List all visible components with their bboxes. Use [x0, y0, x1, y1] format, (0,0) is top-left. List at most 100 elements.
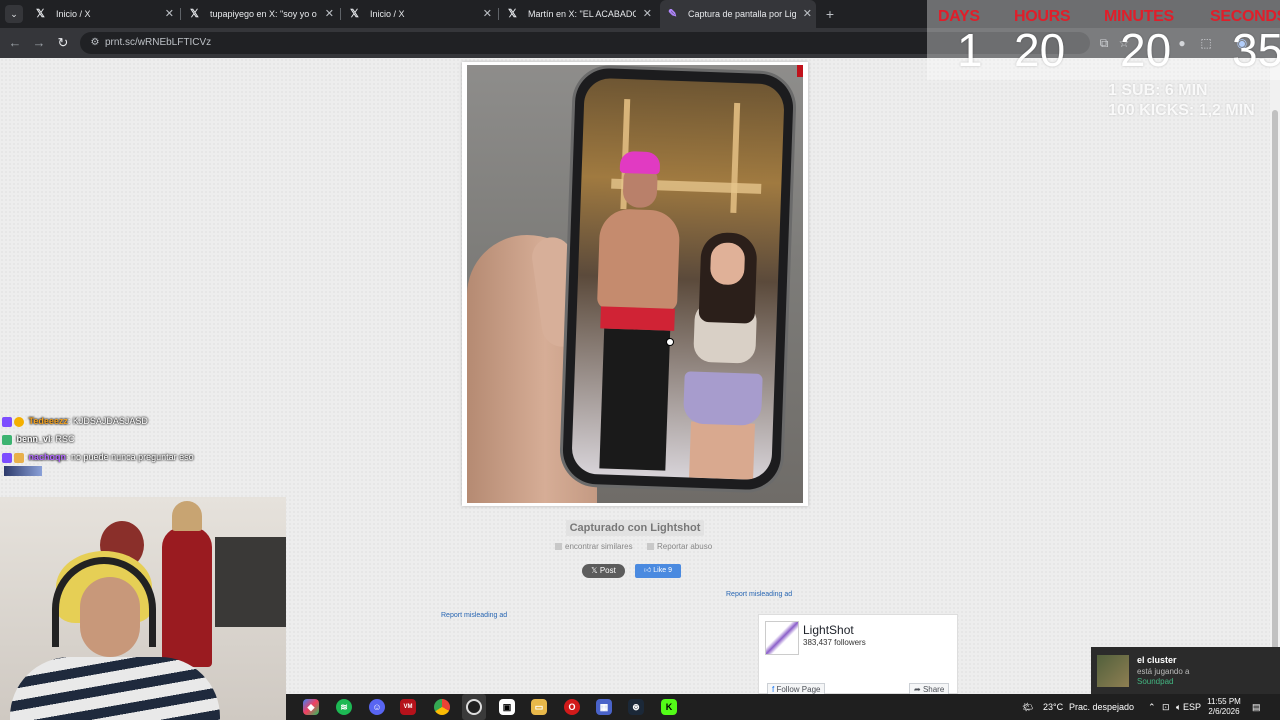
- notif-username: el cluster: [1137, 655, 1177, 665]
- man-legs: [599, 328, 671, 471]
- chat-text: no puede nunca preguntar eso: [71, 452, 194, 462]
- tab-title: Martín en X: "EL ACABADO VE: [528, 9, 636, 19]
- timer-minutes: 20: [1120, 24, 1172, 76]
- kicks-rule: 100 KICKS: 1,2 MIN: [1108, 102, 1255, 119]
- notif-app: Soundpad: [1137, 677, 1174, 686]
- tab-separator: [340, 8, 341, 20]
- x-logo-icon: 𝕏: [36, 8, 45, 20]
- x-logo-icon: 𝕏: [508, 8, 517, 20]
- fb-page-name[interactable]: LightShot: [803, 623, 854, 637]
- file-explorer-icon[interactable]: ▭: [531, 699, 547, 715]
- tab-tupapiyego[interactable]: 𝕏 tupapiyego en X: "soy yo o teñí ✕: [182, 0, 338, 28]
- lightshot-logo[interactable]: [765, 621, 799, 655]
- thumbs-up-icon: 👍︎: [644, 567, 654, 574]
- volume-icon[interactable]: 🔈︎: [1176, 694, 1181, 720]
- voicemeeter-icon[interactable]: VM: [400, 699, 416, 715]
- striped-shirt: [10, 657, 220, 720]
- obs-icon[interactable]: [466, 699, 482, 715]
- share-label: Share: [922, 685, 945, 694]
- tab-separator: [180, 8, 181, 20]
- fb-followers: 383,437 followers: [803, 638, 866, 647]
- opera-icon[interactable]: O: [564, 699, 580, 715]
- address-url[interactable]: prnt.sc/wRNEbLFTICVz: [105, 32, 211, 54]
- forward-icon[interactable]: →: [30, 34, 48, 52]
- sub-badge-icon: [2, 434, 12, 445]
- find-similar-label: encontrar similares: [565, 542, 633, 551]
- chat-username: benn_vl: [16, 434, 51, 444]
- page-scrollbar[interactable]: [1270, 58, 1280, 694]
- sub-rule: 1 SUB: 6 MIN: [1108, 82, 1208, 99]
- discord-activity-notification[interactable]: el cluster está jugando a Soundpad: [1091, 647, 1280, 694]
- webcam-feed: [0, 497, 286, 720]
- tab-search-chevron-icon[interactable]: ⌄: [5, 5, 23, 23]
- screenshot-image[interactable]: [467, 65, 803, 503]
- discord-icon[interactable]: ☺: [369, 699, 385, 715]
- mouse-cursor-icon: [667, 339, 673, 345]
- tray-chevron-icon[interactable]: ⌃: [1148, 694, 1156, 720]
- app-launcher-icon[interactable]: ▦: [596, 699, 612, 715]
- app-icon[interactable]: ▣: [499, 699, 515, 715]
- emoji-badge-icon: [14, 416, 24, 427]
- weather-desc[interactable]: Prac. despejado: [1069, 694, 1134, 720]
- spotify-icon[interactable]: ≋: [336, 699, 352, 715]
- tab-inicio-x-1[interactable]: 𝕏 Inicio / X ✕: [28, 0, 178, 28]
- reload-icon[interactable]: ↻: [54, 34, 72, 52]
- scrollbar-thumb[interactable]: [1272, 110, 1278, 670]
- report-abuse-link[interactable]: Reportar abuso: [647, 542, 712, 552]
- red-corner-mark: [797, 65, 803, 77]
- chat-text: KJDSAJDASJASD: [72, 416, 148, 426]
- timer-days: 1: [957, 24, 983, 76]
- facebook-like-button[interactable]: 👍︎ Like 9: [635, 564, 681, 578]
- x-logo-icon: 𝕏: [190, 8, 199, 20]
- phone-screen: [571, 77, 785, 481]
- copilot-icon[interactable]: ◆: [303, 699, 319, 715]
- close-tab-icon[interactable]: ✕: [165, 0, 174, 28]
- network-icon[interactable]: ⊡: [1162, 694, 1170, 720]
- notification-center-icon[interactable]: ▤: [1252, 694, 1261, 720]
- sub-badge-icon: [2, 416, 12, 427]
- tab-martin[interactable]: 𝕏 Martín en X: "EL ACABADO VE ✕: [500, 0, 656, 28]
- woman-legs: [689, 421, 755, 480]
- close-tab-icon[interactable]: ✕: [803, 0, 812, 28]
- pillar: [730, 102, 741, 213]
- chat-message: benn_vl: RSC: [2, 432, 262, 450]
- flag-icon: [647, 543, 654, 551]
- chrome-icon[interactable]: [434, 699, 450, 715]
- close-tab-icon[interactable]: ✕: [643, 0, 652, 28]
- woman-skirt: [682, 371, 763, 426]
- man-pink-cap: [619, 150, 661, 175]
- report-ad-link-right[interactable]: Report misleading ad: [726, 591, 792, 598]
- kick-icon[interactable]: K: [661, 699, 677, 715]
- clock-time: 11:55 PM: [1207, 697, 1241, 706]
- screenshot-frame: [462, 62, 808, 506]
- weather-icon[interactable]: 🌤︎: [1022, 694, 1033, 720]
- back-icon[interactable]: ←: [6, 34, 24, 52]
- tab-inicio-x-2[interactable]: 𝕏 Inicio / X ✕: [342, 0, 496, 28]
- fb-like-label: Like 9: [653, 567, 672, 574]
- report-abuse-label: Reportar abuso: [657, 542, 713, 551]
- lightshot-caption: Capturado con Lightshot: [566, 520, 704, 536]
- chat-image-thumbnail: [4, 466, 42, 476]
- man-torso: [596, 208, 681, 311]
- new-tab-icon[interactable]: +: [822, 0, 838, 28]
- site-info-icon[interactable]: ⚙: [88, 36, 102, 50]
- clock-date: 2/6/2026: [1208, 707, 1240, 716]
- language-indicator[interactable]: ESP: [1183, 694, 1201, 720]
- close-tab-icon[interactable]: ✕: [483, 0, 492, 28]
- tab-lightshot-active[interactable]: ✎ Captura de pantalla por Lightsh ✕: [660, 0, 816, 28]
- x-post-button[interactable]: 𝕏 Post: [582, 564, 625, 578]
- close-tab-icon[interactable]: ✕: [325, 0, 334, 28]
- background-shelf: [215, 537, 286, 627]
- steam-icon[interactable]: ⊛: [628, 699, 644, 715]
- follow-page-label: Follow Page: [776, 685, 821, 694]
- stream-chat: Tedeeezz: KJDSAJDASJASD benn_vl: RSC nac…: [2, 414, 262, 468]
- emote-badge-icon: [14, 452, 24, 463]
- find-similar-link[interactable]: encontrar similares: [555, 542, 633, 552]
- weather-temp[interactable]: 23°C: [1043, 694, 1063, 720]
- chat-username: nachoqn: [28, 452, 67, 462]
- timer-seconds: 35: [1232, 24, 1280, 76]
- x-post-label: Post: [599, 566, 616, 575]
- phone-photo: [561, 67, 795, 491]
- system-clock[interactable]: 11:55 PM 2/6/2026: [1204, 697, 1244, 717]
- report-ad-link-left[interactable]: Report misleading ad: [441, 612, 507, 619]
